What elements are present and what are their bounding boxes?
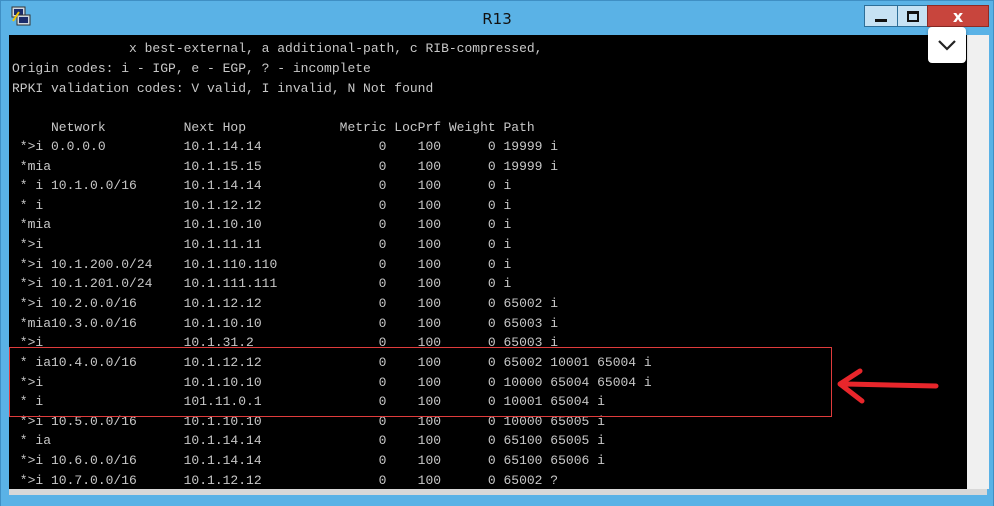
route-row: *>i 10.6.0.0/16 10.1.14.14 0 100 0 65100…	[12, 453, 605, 468]
route-row: *mia10.3.0.0/16 10.1.10.10 0 100 0 65003…	[12, 316, 559, 331]
route-row: *>i 10.1.201.0/24 10.1.111.111 0 100 0 i	[12, 276, 512, 291]
route-row: * ia 10.1.14.14 0 100 0 65100 65005 i	[12, 433, 605, 448]
route-row: * i 10.1.12.12 0 100 0 i	[12, 198, 512, 213]
route-row: *mia 10.1.10.10 0 100 0 i	[12, 217, 512, 232]
route-row: *mia 10.1.15.15 0 100 0 19999 i	[12, 159, 559, 174]
scroll-down-button[interactable]	[928, 27, 966, 63]
vertical-scrollbar[interactable]	[967, 35, 989, 489]
route-row: *>i 10.1.200.0/24 10.1.110.110 0 100 0 i	[12, 257, 512, 272]
route-row: *>i 10.1.11.11 0 100 0 i	[12, 237, 512, 252]
route-row: *>i 10.7.0.0/16 10.1.12.12 0 100 0 65002…	[12, 473, 559, 488]
header-line: RPKI validation codes: V valid, I invali…	[12, 81, 434, 96]
route-row: *>i 10.2.0.0/16 10.1.12.12 0 100 0 65002…	[12, 296, 559, 311]
route-row: * i 10.1.0.0/16 10.1.14.14 0 100 0 i	[12, 178, 512, 193]
route-row: *>i 0.0.0.0 10.1.14.14 0 100 0 19999 i	[12, 139, 559, 154]
annotation-highlight-box	[9, 347, 832, 417]
header-line: Origin codes: i - IGP, e - EGP, ? - inco…	[12, 61, 371, 76]
annotation-arrow-icon	[837, 368, 939, 404]
header-line: x best-external, a additional-path, c RI…	[12, 41, 543, 56]
column-header-line: Network Next Hop Metric LocPrf Weight Pa…	[12, 120, 535, 135]
terminal-output[interactable]: x best-external, a additional-path, c RI…	[9, 35, 967, 489]
close-icon: x	[952, 6, 964, 26]
chevron-down-icon	[938, 40, 956, 51]
terminal-window: R13 x x best-external, a additional-path…	[0, 0, 994, 506]
minimize-icon	[875, 18, 887, 22]
close-button[interactable]: x	[927, 5, 989, 27]
title-bar[interactable]: R13 x	[1, 1, 993, 35]
minimize-button[interactable]	[864, 5, 898, 27]
maximize-button[interactable]	[897, 5, 928, 27]
horizontal-scroll-track[interactable]	[9, 489, 987, 495]
window-title: R13	[482, 10, 512, 28]
maximize-icon	[906, 10, 919, 22]
